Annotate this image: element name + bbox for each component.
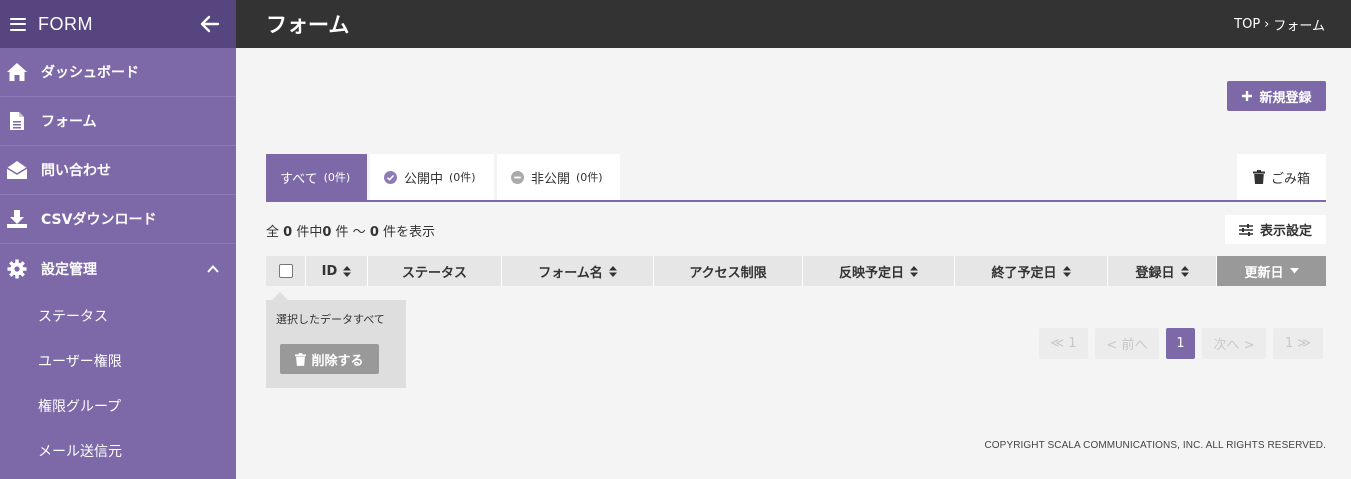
tab-label: 非公開 bbox=[531, 171, 571, 187]
sidebar-item-label: フォーム bbox=[41, 114, 97, 130]
trash-label: ごみ箱 bbox=[1270, 171, 1310, 187]
breadcrumb-home-link[interactable]: TOP bbox=[1234, 17, 1260, 32]
column-label: 更新日 bbox=[1244, 265, 1284, 281]
column-label: 登録日 bbox=[1135, 265, 1175, 281]
sidebar-item-label: CSVダウンロード bbox=[41, 212, 157, 228]
sidebar-subitem-user-permissions[interactable]: ユーザー権限 bbox=[0, 338, 236, 383]
tab-count: (0件) bbox=[576, 171, 603, 184]
summary-text: 件 〜 bbox=[335, 225, 366, 240]
gear-icon bbox=[6, 258, 28, 280]
page-title: フォーム bbox=[266, 13, 350, 37]
column-label: 反映予定日 bbox=[838, 265, 904, 281]
table-header: ID ステータス フォーム名 アクセス制限 反映予定日 終了予定日 登録日 更新… bbox=[266, 256, 1326, 286]
column-header-access-restriction: アクセス制限 bbox=[654, 256, 803, 286]
sort-icon bbox=[910, 265, 918, 277]
sidebar: FORM ダッシュボード フォーム 問い合わせ CSVダウンロード 設定管理 ス… bbox=[0, 0, 236, 479]
display-settings-button[interactable]: 表示設定 bbox=[1225, 215, 1326, 244]
pager-current-page[interactable]: 1 bbox=[1166, 328, 1195, 359]
status-tabs: すべて (0件) 公開中 (0件) 非公開 (0件) ごみ箱 bbox=[266, 154, 1326, 202]
summary-text: 全 bbox=[266, 225, 280, 240]
sidebar-item-csv-download[interactable]: CSVダウンロード bbox=[0, 195, 236, 244]
result-summary: 全 0 件中0 件 〜 0 件を表示 bbox=[266, 221, 435, 240]
tab-published[interactable]: 公開中 (0件) bbox=[370, 154, 494, 200]
new-registration-label: 新規登録 bbox=[1259, 90, 1312, 106]
column-header-status: ステータス bbox=[368, 256, 502, 286]
sidebar-item-form[interactable]: フォーム bbox=[0, 97, 236, 146]
app-title: FORM bbox=[38, 13, 93, 34]
sidebar-item-label: 問い合わせ bbox=[41, 163, 111, 179]
trash-tab[interactable]: ごみ箱 bbox=[1237, 154, 1326, 200]
pager-prev-button[interactable]: < 前へ bbox=[1095, 328, 1159, 359]
column-label: ステータス bbox=[401, 265, 467, 281]
column-header-publish-date[interactable]: 反映予定日 bbox=[803, 256, 955, 286]
summary-to: 0 bbox=[369, 225, 379, 240]
tab-unpublished[interactable]: 非公開 (0件) bbox=[497, 154, 620, 200]
tab-count: (0件) bbox=[449, 171, 476, 184]
display-settings-label: 表示設定 bbox=[1259, 224, 1312, 239]
sort-icon bbox=[1180, 265, 1189, 277]
pagination: ≪ 1 < 前へ 1 次へ > 1 ≫ bbox=[1039, 328, 1323, 359]
sort-icon bbox=[343, 265, 352, 277]
breadcrumb: TOP › フォーム bbox=[1234, 15, 1325, 34]
check-circle-icon bbox=[384, 170, 397, 184]
plus-icon bbox=[1242, 91, 1253, 101]
sort-icon bbox=[1062, 265, 1071, 277]
sidebar-item-dashboard[interactable]: ダッシュボード bbox=[0, 48, 236, 97]
column-header-registered-date[interactable]: 登録日 bbox=[1108, 256, 1217, 286]
summary-total: 0 bbox=[283, 225, 293, 240]
sidebar-subitem-mail-sender[interactable]: メール送信元 bbox=[0, 428, 236, 473]
new-registration-button[interactable]: 新規登録 bbox=[1227, 81, 1326, 111]
trash-icon bbox=[295, 352, 307, 366]
select-all-cell bbox=[266, 256, 306, 286]
tab-all[interactable]: すべて (0件) bbox=[266, 154, 367, 200]
breadcrumb-separator: › bbox=[1264, 16, 1270, 32]
select-all-checkbox[interactable] bbox=[278, 264, 293, 278]
footer-copyright: COPYRIGHT SCALA COMMUNICATIONS, INC. ALL… bbox=[984, 440, 1326, 451]
download-icon bbox=[6, 208, 28, 230]
column-header-form-name[interactable]: フォーム名 bbox=[502, 256, 654, 286]
bulk-action-text: 選択したデータすべて bbox=[276, 313, 385, 326]
tab-count: (0件) bbox=[323, 171, 351, 184]
sidebar-item-label: 設定管理 bbox=[41, 261, 97, 278]
column-header-end-date[interactable]: 終了予定日 bbox=[955, 256, 1108, 286]
sidebar-item-inquiries[interactable]: 問い合わせ bbox=[0, 146, 236, 195]
summary-from: 0 bbox=[322, 225, 332, 240]
sliders-icon bbox=[1238, 223, 1253, 236]
breadcrumb-current: フォーム bbox=[1273, 18, 1325, 34]
pager-last-button[interactable]: 1 ≫ bbox=[1273, 328, 1323, 359]
sidebar-subitem-permission-groups[interactable]: 権限グループ bbox=[0, 383, 236, 428]
summary-text: 件中 bbox=[296, 225, 323, 240]
minus-circle-icon bbox=[511, 170, 524, 184]
hamburger-menu-icon[interactable] bbox=[10, 17, 26, 31]
column-header-id[interactable]: ID bbox=[306, 256, 368, 286]
envelope-open-icon bbox=[6, 159, 28, 181]
tab-label: 公開中 bbox=[404, 171, 444, 187]
sidebar-header: FORM bbox=[0, 0, 236, 48]
sidebar-subitem-status[interactable]: ステータス bbox=[0, 293, 236, 338]
pager-first-button[interactable]: ≪ 1 bbox=[1039, 328, 1088, 359]
column-label: アクセス制限 bbox=[689, 265, 767, 281]
sidebar-item-label: ダッシュボード bbox=[41, 65, 139, 81]
sort-desc-icon bbox=[1289, 268, 1299, 274]
column-label: フォーム名 bbox=[538, 265, 603, 281]
arrow-left-icon[interactable] bbox=[198, 12, 222, 36]
bulk-delete-button[interactable]: 削除する bbox=[280, 344, 379, 374]
column-label: ID bbox=[321, 263, 338, 279]
trash-icon bbox=[1252, 170, 1265, 184]
summary-text: 件を表示 bbox=[383, 225, 436, 240]
bulk-delete-label: 削除する bbox=[311, 353, 364, 369]
sidebar-item-settings[interactable]: 設定管理 bbox=[0, 244, 236, 293]
column-header-updated-date[interactable]: 更新日 bbox=[1217, 256, 1326, 286]
pager-next-button[interactable]: 次へ > bbox=[1202, 328, 1266, 359]
home-icon bbox=[6, 61, 28, 83]
sort-icon bbox=[608, 265, 617, 277]
top-header: フォーム TOP › フォーム bbox=[236, 0, 1351, 48]
document-icon bbox=[6, 110, 28, 132]
bulk-action-popover: 選択したデータすべて 削除する bbox=[266, 292, 406, 388]
tab-label: すべて bbox=[280, 171, 318, 187]
column-label: 終了予定日 bbox=[991, 265, 1057, 281]
chevron-up-icon[interactable] bbox=[206, 262, 220, 276]
